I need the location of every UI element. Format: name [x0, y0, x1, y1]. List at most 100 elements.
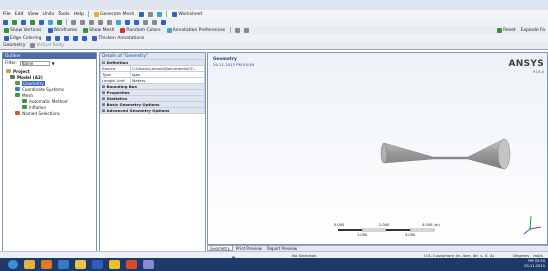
details-group-label: Properties	[106, 90, 130, 95]
select-mode-icon[interactable]	[3, 19, 8, 25]
thicken-annotations-button[interactable]: Thicken Annotations	[91, 35, 145, 41]
select-point-icon[interactable]	[12, 19, 17, 25]
extend-selection-icon[interactable]	[48, 19, 53, 25]
wireframe-label: Wireframe	[53, 27, 77, 33]
venturi-model[interactable]	[380, 138, 511, 170]
tree-item-named-selections[interactable]: Named Selections	[6, 110, 96, 116]
menu-file[interactable]: File	[3, 12, 11, 17]
image-icon[interactable]	[139, 11, 145, 17]
details-group-advanced-options[interactable]: ⊞ Advanced Geometry Options	[100, 107, 205, 114]
word-icon[interactable]	[92, 260, 103, 269]
annotation-preferences-button[interactable]: Annotation Preferences	[166, 27, 227, 33]
viewports-icon[interactable]	[161, 19, 166, 25]
taskbar: PM 05:59 29-11-2015	[0, 258, 548, 271]
rate-units[interactable]: rad/s	[533, 253, 543, 258]
media-player-icon[interactable]	[41, 260, 52, 269]
magnifier-icon[interactable]	[116, 19, 121, 25]
edge-style-icon[interactable]	[55, 35, 61, 41]
edge-coloring-button[interactable]: Edge Coloring	[3, 35, 42, 41]
context-toolbar: Geometry Virtual Body	[0, 42, 548, 50]
show-vertices-label: Show Vertices	[10, 27, 42, 33]
box-zoom-icon[interactable]	[98, 19, 103, 25]
random-colors-button[interactable]: Random Colors	[119, 27, 161, 33]
menu-edit[interactable]: Edit	[15, 12, 24, 17]
angle-units[interactable]: Degrees	[513, 253, 529, 258]
menu-view[interactable]: View	[28, 12, 39, 17]
clock[interactable]: PM 05:59 29-11-2015	[524, 259, 545, 269]
toolbar-separator	[88, 11, 90, 17]
filter-label: Filter:	[5, 61, 18, 66]
toolbar-separator	[230, 27, 232, 33]
worksheet-button[interactable]: Worksheet	[171, 11, 203, 17]
edge-coloring-icon	[4, 35, 9, 41]
pan-icon[interactable]	[80, 19, 85, 25]
tree-item-label: Coordinate Systems	[22, 86, 65, 92]
display-toolbar: Show Vertices Wireframe Show Mesh Random…	[0, 26, 548, 34]
chevron-down-icon[interactable]: ▼	[52, 61, 55, 66]
explorer-icon[interactable]	[24, 260, 35, 269]
browser-icon[interactable]	[58, 260, 69, 269]
details-group-label: Statistics	[106, 96, 128, 101]
filter-select[interactable]: Name	[19, 61, 50, 66]
select-all-icon[interactable]	[57, 19, 62, 25]
folder-icon[interactable]	[75, 260, 86, 269]
next-view-icon[interactable]	[134, 19, 139, 25]
previous-view-icon[interactable]	[125, 19, 130, 25]
wireframe-button[interactable]: Wireframe	[47, 27, 78, 33]
legend-icon[interactable]	[244, 27, 250, 33]
reset-label: Reset	[503, 27, 516, 33]
menu-units[interactable]: Units	[43, 12, 55, 17]
help-icon[interactable]	[157, 11, 163, 17]
tree-item-label: Mesh	[22, 92, 34, 98]
edge-style-icon[interactable]	[73, 35, 79, 41]
select-body-icon[interactable]	[39, 19, 44, 25]
thicken-icon	[92, 35, 98, 41]
set-view-icon[interactable]	[152, 19, 157, 25]
mesh-icon	[15, 93, 20, 97]
edge-coloring-label: Edge Coloring	[10, 35, 42, 41]
toolbar-separator	[66, 19, 67, 25]
edge-style-icon[interactable]	[46, 35, 52, 41]
show-vertices-button[interactable]: Show Vertices	[3, 27, 43, 33]
graphics-viewport[interactable]: Geometry 29-11-2015 PM 05:59 ANSYS R16.0	[207, 52, 548, 245]
ruler-icon[interactable]	[235, 27, 241, 33]
generate-mesh-button[interactable]: Generate Mesh	[93, 11, 135, 17]
toolbar-separator	[166, 11, 168, 17]
geometry-context-label[interactable]: Geometry	[3, 43, 25, 48]
mesh-icon	[83, 27, 88, 33]
zoom-to-fit-icon[interactable]	[107, 19, 112, 25]
lightning-icon	[94, 11, 100, 17]
ansys-workbench-icon[interactable]	[109, 260, 120, 269]
zoom-icon[interactable]	[89, 19, 94, 25]
vertices-icon	[4, 27, 9, 33]
graphics-toolbar	[0, 18, 548, 26]
tree-item-label: Project	[13, 68, 30, 74]
menu-tools[interactable]: Tools	[58, 12, 69, 17]
virtual-body-button[interactable]: Virtual Body	[29, 43, 65, 49]
menu-help[interactable]: Help	[74, 12, 84, 17]
show-mesh-button[interactable]: Show Mesh	[82, 27, 115, 33]
rotate-icon[interactable]	[71, 19, 76, 25]
edge-style-icon[interactable]	[64, 35, 70, 41]
annotation-icon	[166, 27, 172, 33]
isometric-view-icon[interactable]	[143, 19, 148, 25]
details-group-label: Basic Geometry Options	[106, 102, 160, 107]
mechanical-icon[interactable]	[126, 260, 137, 269]
tree-item-label: Automatic Method	[29, 98, 68, 104]
details-group-label: Bounding Box	[106, 84, 137, 89]
start-icon[interactable]	[8, 260, 18, 269]
scale-label-1000: 1.000	[357, 233, 368, 237]
menu-bar: File Edit View Units Tools Help Generate…	[0, 10, 548, 18]
explode-factor-label: Explode Fa	[520, 27, 545, 33]
scale-label-3000: 3.000	[405, 233, 416, 237]
select-face-icon[interactable]	[30, 19, 35, 25]
select-edge-icon[interactable]	[21, 19, 26, 25]
mail-icon[interactable]	[143, 260, 154, 269]
show-mesh-label: Show Mesh	[89, 27, 115, 33]
wireframe-icon	[47, 27, 53, 33]
thicken-annotations-label: Thicken Annotations	[98, 35, 145, 41]
units-status[interactable]: U.S. Customary (in, lbm, lbf, s, V, A)	[424, 253, 494, 258]
edge-style-icon[interactable]	[82, 35, 88, 41]
snapshot-icon[interactable]	[148, 11, 154, 17]
reset-explode-button[interactable]: Reset	[496, 27, 517, 33]
